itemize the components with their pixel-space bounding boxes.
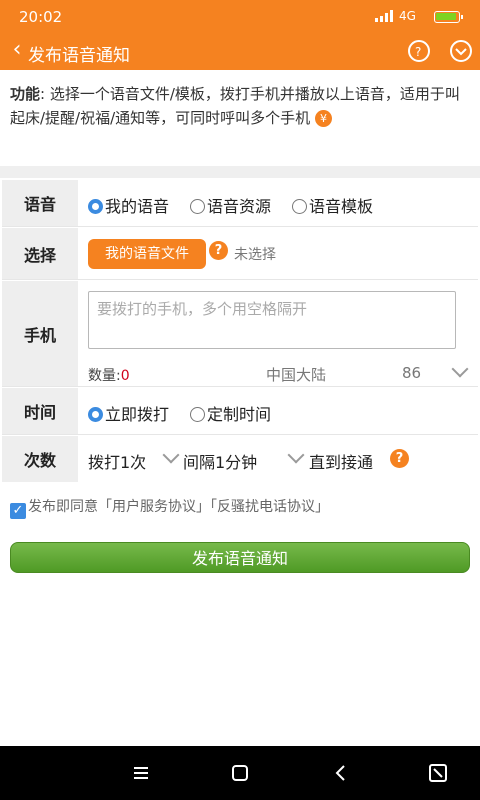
help-icon[interactable]: ?	[209, 241, 228, 260]
anti-harassment-link[interactable]: 「反骚扰电话协议」	[210, 499, 329, 515]
status-bar: 20:02 4G	[0, 0, 480, 34]
checkbox-icon[interactable]: ✓	[10, 503, 26, 519]
chevron-down-icon[interactable]	[450, 40, 472, 62]
help-icon[interactable]: ?	[408, 40, 430, 62]
back-nav-icon[interactable]	[328, 760, 354, 786]
radio-scheduled[interactable]: 定制时间	[190, 401, 271, 425]
radio-icon	[292, 199, 307, 214]
clock: 20:02	[19, 8, 63, 26]
coin-icon[interactable]: ¥	[314, 110, 332, 127]
times-label: 次数	[2, 436, 78, 482]
radio-voice-template[interactable]: 语音模板	[292, 193, 373, 217]
voice-label: 语音	[2, 180, 78, 226]
agreement-line: ✓ 发布即同意「用户服务协议」「反骚扰电话协议」	[10, 496, 329, 519]
menu-icon[interactable]	[128, 760, 154, 786]
select-row: 选择 我的语音文件 ? 未选择	[2, 228, 478, 280]
app-bar: ‹ 发布语音通知 ?	[0, 34, 480, 70]
phone-row: 手机 数量:0 中国大陆 86	[2, 281, 478, 387]
section-divider	[0, 166, 480, 178]
feature-label: 功能	[10, 85, 41, 103]
radio-icon	[190, 407, 205, 422]
user-service-link[interactable]: 「用户服务协议」	[98, 499, 210, 515]
radio-selected-icon	[88, 199, 103, 214]
home-icon[interactable]	[227, 760, 253, 786]
screen-icon[interactable]	[425, 760, 451, 786]
radio-my-voice[interactable]: 我的语音	[88, 193, 169, 217]
page-title: 发布语音通知	[28, 46, 130, 66]
radio-selected-icon	[88, 407, 103, 422]
submit-button[interactable]: 发布语音通知	[10, 542, 470, 573]
select-label: 选择	[2, 228, 78, 279]
feature-text: : 选择一个语音文件/模板，拨打手机并播放以上语音，适用于叫起床/提醒/祝福/通…	[10, 85, 460, 127]
time-row: 时间 立即拨打 定制时间	[2, 388, 478, 435]
time-label: 时间	[2, 388, 78, 434]
battery-icon	[434, 11, 463, 23]
phone-count: 数量:0	[88, 368, 130, 384]
chevron-down-icon[interactable]	[162, 446, 180, 464]
radio-call-now[interactable]: 立即拨打	[88, 401, 169, 425]
signal-icon	[375, 10, 393, 22]
svg-text:?: ?	[415, 45, 421, 59]
phone-label: 手机	[2, 281, 78, 386]
agreement-prefix: 发布即同意	[28, 499, 98, 515]
chevron-down-icon[interactable]	[287, 446, 305, 464]
call-count-select[interactable]: 拨打1次	[88, 449, 146, 473]
region-select[interactable]: 中国大陆	[266, 364, 326, 385]
feature-description: 功能: 选择一个语音文件/模板，拨打手机并播放以上语音，适用于叫起床/提醒/祝福…	[10, 82, 472, 130]
phone-input[interactable]	[88, 291, 456, 349]
until-connected[interactable]: 直到接通	[309, 449, 373, 473]
country-code: 86	[402, 364, 422, 382]
chevron-down-icon[interactable]	[451, 360, 469, 378]
radio-icon	[190, 199, 205, 214]
network-type: 4G	[399, 9, 416, 23]
radio-voice-resource[interactable]: 语音资源	[190, 193, 271, 217]
interval-select[interactable]: 间隔1分钟	[183, 449, 257, 473]
voice-row: 语音 我的语音 语音资源 语音模板	[2, 180, 478, 227]
help-icon[interactable]: ?	[390, 449, 409, 468]
file-status: 未选择	[234, 247, 276, 263]
back-icon[interactable]: ‹	[6, 37, 28, 62]
system-nav-bar	[0, 746, 480, 800]
times-row: 次数 拨打1次 间隔1分钟 直到接通 ?	[2, 436, 478, 482]
my-voice-file-button[interactable]: 我的语音文件	[88, 239, 206, 269]
